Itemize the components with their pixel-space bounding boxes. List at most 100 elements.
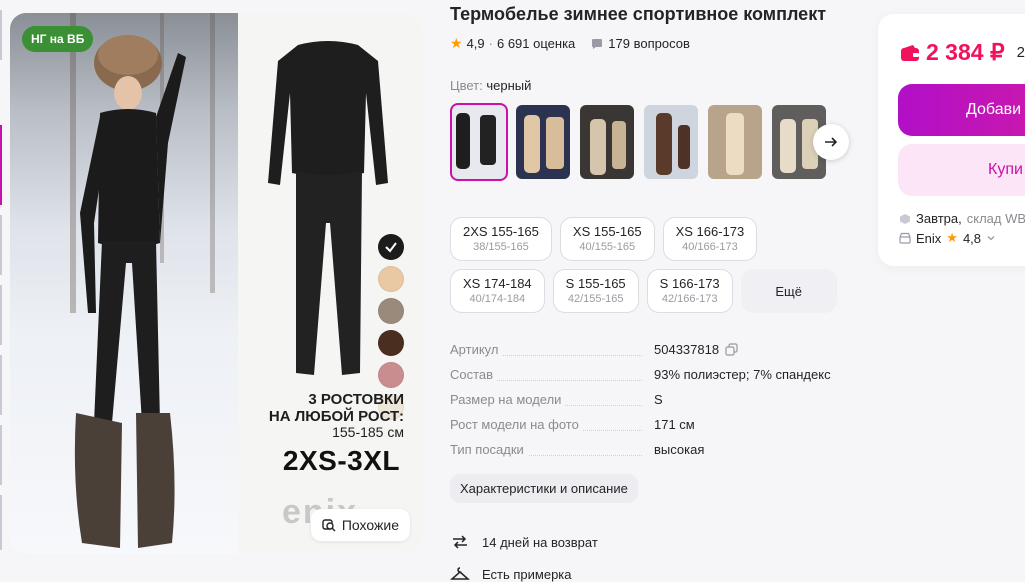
size-selector: 2XS 155-165 38/155-165 XS 155-165 40/155… [450, 217, 850, 313]
perk-return-text: 14 дней на возврат [482, 534, 598, 550]
thumb-image [580, 105, 634, 179]
size-option[interactable]: S 166-173 42/166-173 [646, 269, 733, 313]
seller-rating: 4,8 [962, 230, 982, 246]
promo-line-2: НА ЛЮБОЙ РОСТ: [268, 408, 404, 425]
param-value: высокая [654, 442, 705, 457]
param-name: Тип посадки [450, 442, 528, 457]
chevron-down-icon [987, 236, 995, 241]
rating-row: ★ 4,9 · 6 691 оценка 179 вопросов [450, 35, 690, 52]
thumb-image [452, 105, 506, 179]
swatch [378, 330, 404, 356]
gallery-thumb-marker[interactable] [0, 215, 2, 275]
promo-size-range: 2XS-3XL [282, 445, 400, 476]
thumb-image [708, 105, 762, 179]
rating-value: 4,9 [466, 36, 485, 51]
size-option[interactable]: S 155-165 42/155-165 [552, 269, 639, 313]
characteristics-button[interactable]: Характеристики и описание [450, 474, 638, 503]
gallery-thumb-marker[interactable] [0, 495, 2, 550]
buy-now-button[interactable]: Купи [898, 144, 1025, 196]
perks-list: 14 дней на возврат Есть примерка [450, 526, 598, 582]
gallery-thumbnail-strip[interactable] [0, 0, 10, 582]
perk-fitting-text: Есть примерка [482, 566, 572, 582]
size-option[interactable]: XS 174-184 40/174-184 [450, 269, 545, 313]
product-params: Артикул 504337818 Состав 93% полиэстер; … [450, 340, 850, 465]
color-value: черный [486, 78, 532, 93]
seller-info[interactable]: Enix ★ 4,8 [899, 230, 996, 246]
gallery-thumb-marker[interactable] [0, 285, 2, 345]
reviews-count[interactable]: 6 691 оценка [497, 36, 575, 51]
size-main: S 166-173 [659, 276, 720, 291]
box-icon [900, 213, 910, 224]
star-icon: ★ [450, 35, 463, 51]
size-sub: 40/166-173 [682, 241, 738, 253]
swatch [378, 234, 404, 260]
article-number: 504337818 [654, 342, 720, 357]
copy-icon[interactable] [725, 343, 738, 356]
size-sub: 38/155-165 [473, 241, 529, 253]
param-name: Размер на модели [450, 392, 566, 407]
price-block: 2 384 ₽ 2 [900, 39, 1025, 66]
gallery-thumb-marker[interactable] [0, 425, 2, 485]
similar-search-icon [322, 519, 336, 532]
param-value: 171 см [654, 417, 695, 432]
promo-text: 3 РОСТОВКИ НА ЛЮБОЙ РОСТ: [269, 391, 404, 425]
color-label-text: Цвет: [450, 78, 483, 93]
swatch [378, 362, 404, 388]
size-main: 2XS 155-165 [463, 224, 539, 239]
separator-dot: · [488, 36, 493, 51]
thumbnails-next-button[interactable] [813, 124, 849, 160]
delivery-place: склад WB [966, 211, 1025, 226]
color-variant-thumb[interactable] [706, 103, 764, 181]
gallery-thumb-marker[interactable] [0, 355, 2, 415]
questions-icon [591, 38, 603, 50]
size-main: S 155-165 [565, 276, 626, 291]
size-option[interactable]: XS 155-165 40/155-165 [559, 217, 655, 261]
param-name: Состав [450, 367, 498, 382]
star-icon: ★ [946, 230, 958, 245]
questions-count[interactable]: 179 вопросов [608, 36, 690, 51]
seller-name: Enix [916, 230, 942, 246]
add-to-cart-button[interactable]: Добави [898, 84, 1025, 136]
swatch [378, 298, 404, 324]
swatch [378, 266, 404, 292]
shop-icon [899, 232, 911, 244]
arrow-right-icon [825, 137, 838, 147]
promo-badge: НГ на ВБ [22, 26, 94, 52]
size-main: XS 166-173 [675, 224, 745, 239]
param-row: Тип посадки высокая [450, 440, 850, 465]
similar-label: Похожие [341, 517, 399, 533]
size-option[interactable]: XS 166-173 40/166-173 [662, 217, 758, 261]
delivery-day: Завтра, [916, 211, 962, 226]
color-label: Цвет: черный [450, 78, 531, 93]
sizes-more-button[interactable]: Ещё [740, 269, 837, 313]
size-sub: 40/174-184 [469, 293, 526, 305]
param-row: Артикул 504337818 [450, 340, 850, 365]
product-main-image[interactable]: НГ на ВБ 3 РОСТОВКИ НА ЛЮБОЙ РОСТ: 155-1… [10, 13, 422, 554]
size-sub: 42/155-165 [567, 293, 624, 305]
product-title: Термобелье зимнее спортивное комплект [450, 4, 827, 24]
wallet-icon [901, 44, 919, 61]
thumb-image [516, 105, 570, 179]
size-main: XS 155-165 [572, 224, 642, 239]
similar-button[interactable]: Похожие [310, 509, 410, 541]
size-sub: 40/155-165 [579, 241, 636, 253]
color-variant-thumb[interactable] [514, 103, 572, 181]
color-variant-thumb[interactable] [578, 103, 636, 181]
param-name: Артикул [450, 342, 503, 357]
perk-return[interactable]: 14 дней на возврат [450, 526, 598, 558]
model-figure [74, 35, 186, 548]
param-value-article: 504337818 [654, 342, 738, 357]
delivery-info: Завтра, склад WB [899, 211, 1025, 226]
param-value: 93% полиэстер; 7% спандекс [654, 367, 831, 382]
color-variant-thumb[interactable] [450, 103, 508, 181]
param-name: Рост модели на фото [450, 417, 583, 432]
promo-line-1: 3 РОСТОВКИ [308, 391, 404, 408]
gallery-thumb-marker-active[interactable] [0, 125, 2, 205]
color-variant-thumb[interactable] [642, 103, 700, 181]
gallery-thumb-marker[interactable] [0, 10, 2, 60]
price-value: 2 384 ₽ [926, 39, 1005, 65]
size-sub: 42/166-173 [661, 293, 718, 305]
perk-fitting[interactable]: Есть примерка [450, 558, 598, 582]
size-option[interactable]: 2XS 155-165 38/155-165 [450, 217, 552, 261]
buy-card: 2 384 ₽ 2 Добави Купи Завтра, склад WB E… [878, 14, 1025, 266]
